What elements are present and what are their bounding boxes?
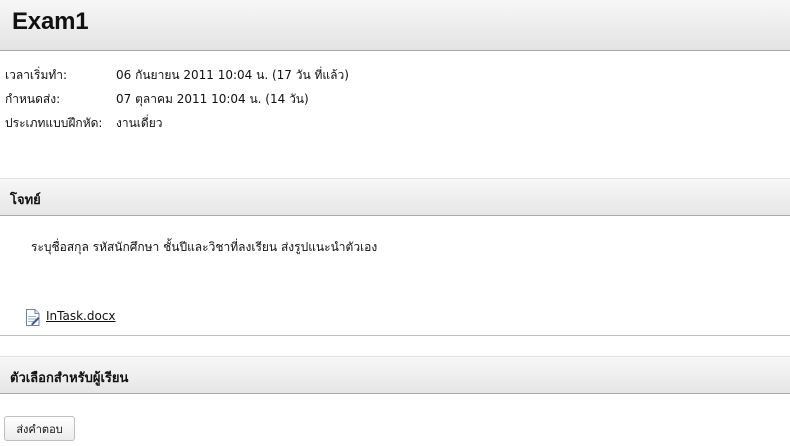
start-time-value: 06 กันยายน 2011 10:04 น. (17 วัน ที่แล้ว…	[116, 68, 349, 82]
assignment-title: Exam1	[12, 8, 89, 35]
due-date-label: กำหนดส่ง:	[5, 92, 61, 106]
submit-answer-button[interactable]: ส่งคำตอบ	[4, 416, 75, 441]
title-bar: Exam1	[0, 0, 790, 51]
student-options-title: ตัวเลือกสำหรับผู้เรียน	[10, 371, 129, 386]
start-time-label: เวลาเริ่มทำ:	[5, 68, 68, 82]
document-icon	[26, 309, 40, 326]
assignment-instructions: ระบุชื่อสกุล รหัสนักศึกษา ชั้นปีและวิชาท…	[31, 240, 378, 254]
attachment-link[interactable]: InTask.docx	[46, 309, 116, 323]
section-divider	[0, 335, 790, 336]
student-options-header: ตัวเลือกสำหรับผู้เรียน	[0, 356, 790, 394]
assignment-page: Exam1 เวลาเริ่มทำ: 06 กันยายน 2011 10:04…	[0, 0, 790, 446]
question-section-title: โจทย์	[10, 193, 41, 208]
assignment-type-value: งานเดี่ยว	[116, 116, 163, 130]
due-date-value: 07 ตุลาคม 2011 10:04 น. (14 วัน)	[116, 92, 309, 106]
assignment-type-label: ประเภทแบบฝึกหัด:	[5, 116, 103, 130]
question-section-header: โจทย์	[0, 178, 790, 216]
